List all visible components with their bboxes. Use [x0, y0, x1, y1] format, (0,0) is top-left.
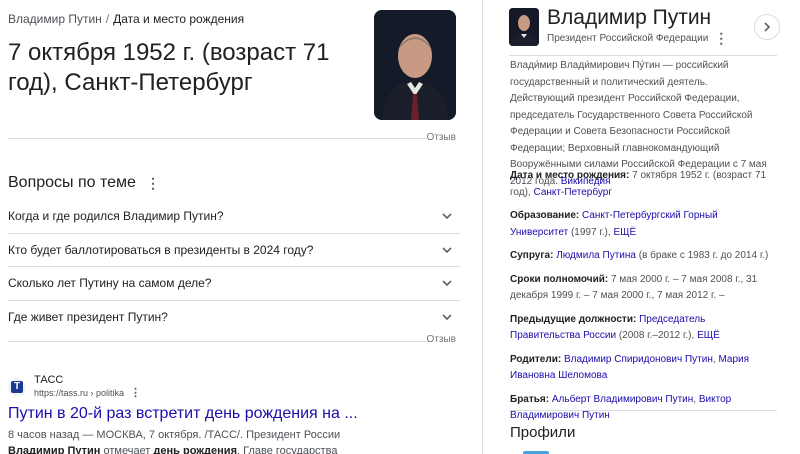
chevron-down-icon: [442, 213, 452, 220]
chevron-down-icon: [442, 314, 452, 321]
question-text: Где живет президент Путин?: [8, 310, 168, 325]
site-favicon-icon: Т: [8, 377, 26, 396]
divider: [509, 55, 777, 56]
fact-link[interactable]: Санкт-Петербург: [534, 187, 612, 198]
more-options-icon[interactable]: ⋮: [146, 176, 160, 190]
fact-row: Предыдущие должности: Председатель Прави…: [510, 312, 772, 345]
knowledge-panel-thumbnail[interactable]: [509, 8, 539, 46]
snippet-text: 8 часов назад — МОСКВА, 7 октября. /ТАСС…: [8, 429, 341, 441]
fact-value: (2008 г.–2012 г.),: [616, 330, 698, 341]
fact-label: Дата и место рождения:: [510, 170, 630, 181]
knowledge-panel: Владимир Путин Президент Российской Феде…: [482, 0, 800, 454]
fact-row: Родители: Владимир Спиридонович Путин, М…: [510, 352, 772, 385]
person-photo[interactable]: [374, 10, 456, 120]
breadcrumb-current: Дата и место рождения: [113, 12, 245, 26]
fact-row: Супруга: Людмила Путина (в браке с 1983 …: [510, 248, 772, 265]
fact-link[interactable]: Владимир Спиридонович Путин: [564, 354, 713, 365]
entity-subtitle: Президент Российской Федерации: [547, 32, 709, 44]
fact-row: Дата и место рождения: 7 октября 1952 г.…: [510, 168, 772, 201]
fact-label: Родители:: [510, 353, 562, 365]
fact-label: Сроки полномочий:: [510, 273, 609, 285]
breadcrumb-separator: /: [105, 12, 110, 26]
snippet-highlight: день рождения: [153, 445, 237, 454]
breadcrumb: Владимир Путин / Дата и место рождения: [8, 12, 244, 26]
fact-value: (1997 г.),: [568, 226, 614, 238]
related-question[interactable]: Когда и где родился Владимир Путин?: [8, 200, 460, 234]
fact-link[interactable]: ЕЩЁ: [697, 330, 720, 341]
entity-name: Владимир Путин: [547, 6, 712, 29]
chevron-down-icon: [442, 280, 452, 287]
snippet-highlight: Владимир Путин: [8, 445, 101, 454]
entity-facts: Дата и место рождения: 7 октября 1952 г.…: [510, 168, 772, 432]
fact-label: Супруга:: [510, 250, 554, 261]
breadcrumb-root-link[interactable]: Владимир Путин: [8, 12, 102, 26]
divider: [8, 138, 428, 139]
chevron-right-icon: [764, 22, 771, 32]
fact-link[interactable]: Альберт Владимирович Путин: [552, 394, 693, 405]
fact-row: Братья: Альберт Владимирович Путин, Викт…: [510, 392, 772, 425]
main-results: Владимир Путин / Дата и место рождения 7 о…: [0, 0, 466, 454]
profiles-heading: Профили: [510, 424, 576, 441]
result-title-link[interactable]: Путин в 20-й раз встретит день рождения …: [8, 405, 464, 423]
source-url: https://tass.ru › politika: [34, 388, 125, 398]
divider: [8, 341, 428, 342]
related-questions-header: Вопросы по теме ⋮: [8, 174, 160, 192]
fact-label: Предыдущие должности:: [510, 313, 637, 325]
fact-row: Образование: Санкт-Петербургский Горный …: [510, 208, 772, 241]
fact-link[interactable]: Людмила Путина: [556, 250, 636, 261]
featured-answer: 7 октября 1952 г. (возраст 71 год), Санк…: [8, 39, 330, 96]
more-options-icon[interactable]: ⋮: [714, 31, 728, 45]
result-snippet: 8 часов назад — МОСКВА, 7 октября. /ТАСС…: [8, 427, 388, 454]
related-questions-list: Когда и где родился Владимир Путин? Кто …: [8, 200, 460, 334]
snippet-text: отмечает: [100, 445, 154, 454]
next-button[interactable]: [754, 14, 780, 40]
fact-link[interactable]: ЕЩЁ: [613, 227, 636, 238]
feedback-link[interactable]: Отзыв: [427, 132, 456, 143]
fact-row: Сроки полномочий: 7 мая 2000 г. – 7 мая …: [510, 272, 772, 305]
related-question[interactable]: Сколько лет Путину на самом деле?: [8, 267, 460, 301]
related-question[interactable]: Где живет президент Путин?: [8, 301, 460, 335]
fact-label: Братья:: [510, 393, 550, 405]
entity-subtitle-row: Президент Российской Федерации ⋮: [547, 31, 728, 45]
related-questions-title: Вопросы по теме: [8, 174, 136, 191]
portrait-image: [374, 10, 456, 120]
divider: [509, 410, 777, 411]
search-result: Т ТАСС https://tass.ru › politika ⋮ Пути…: [8, 374, 464, 454]
fact-value: (в браке с 1983 г. до 2014 г.): [635, 250, 769, 261]
source-url-row: https://tass.ru › politika ⋮: [34, 387, 141, 399]
portrait-thumbnail-image: [509, 8, 539, 46]
fact-label: Образование:: [510, 210, 580, 221]
feedback-link[interactable]: Отзыв: [427, 334, 456, 345]
source-name: ТАСС: [34, 374, 64, 386]
question-text: Кто будет баллотироваться в президенты в…: [8, 242, 314, 257]
related-question[interactable]: Кто будет баллотироваться в президенты в…: [8, 234, 460, 267]
more-options-icon[interactable]: ⋮: [130, 387, 141, 399]
chevron-down-icon: [442, 247, 452, 253]
question-text: Когда и где родился Владимир Путин?: [8, 209, 224, 224]
result-source[interactable]: Т ТАСС https://tass.ru › politika ⋮: [8, 374, 464, 399]
question-text: Сколько лет Путину на самом деле?: [8, 276, 212, 291]
